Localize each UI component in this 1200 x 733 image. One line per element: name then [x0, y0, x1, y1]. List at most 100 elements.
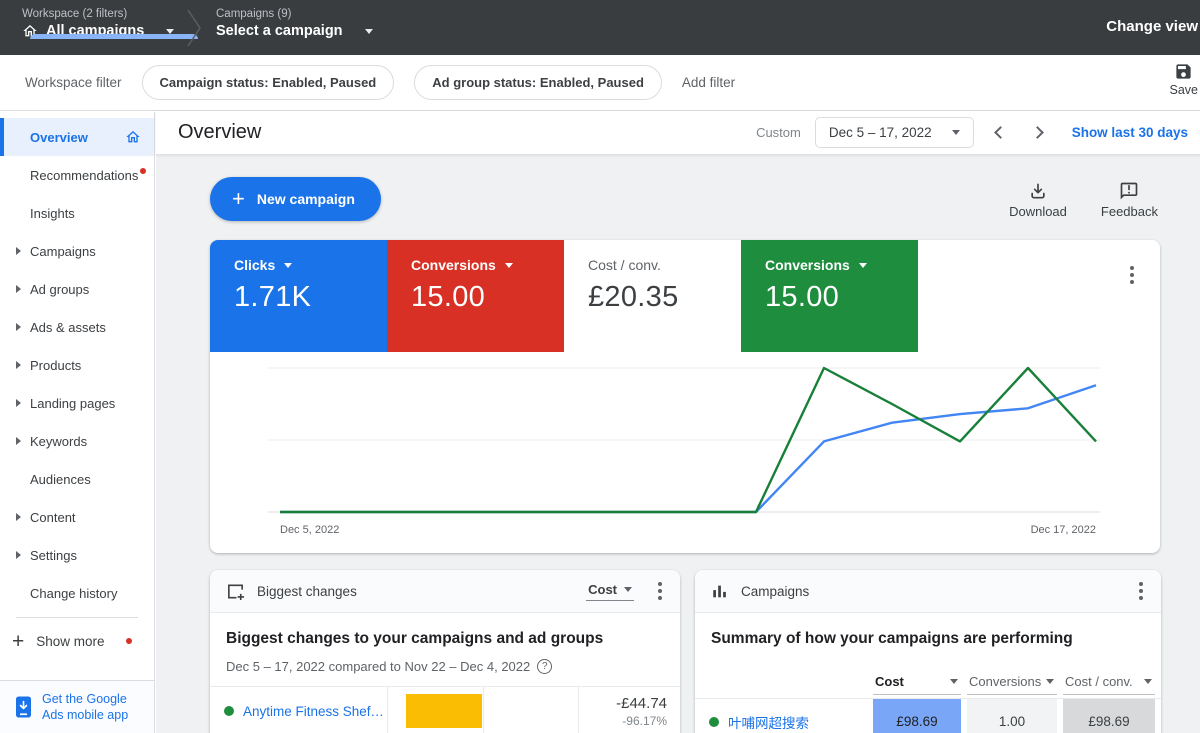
sidebar-item-audiences[interactable]: Audiences — [0, 460, 154, 498]
biggest-changes-icon — [228, 584, 245, 600]
next-period-button[interactable] — [1030, 126, 1044, 139]
metric-dropdown[interactable]: Cost — [586, 582, 634, 601]
scorecard[interactable]: Cost / conv. £20.35 — [564, 240, 741, 352]
overview-card: Clicks 1.71K Conversions 15.00 Cost / co… — [210, 240, 1160, 553]
sidebar-item-keywords[interactable]: Keywords — [0, 422, 154, 460]
change-view-button[interactable]: Change view — [1106, 18, 1198, 35]
date-range-picker[interactable]: Dec 5 – 17, 2022 — [814, 117, 974, 148]
show-more-button[interactable]: + Show more — [0, 622, 154, 660]
sidebar-item-insights[interactable]: Insights — [0, 194, 154, 232]
sidebar-item-overview[interactable]: Overview — [0, 118, 154, 156]
chevron-down-icon — [951, 130, 960, 135]
chevron-down-icon — [364, 28, 373, 34]
expand-arrow-icon — [16, 323, 21, 331]
column-header-conversions[interactable]: Conversions — [967, 674, 1057, 695]
sidebar-divider — [16, 617, 138, 618]
scorecard-metric-label: Conversions — [765, 257, 850, 273]
scorecard-value: 1.71K — [234, 281, 312, 313]
expand-arrow-icon — [16, 247, 21, 255]
scorecard[interactable]: Conversions 15.00 — [387, 240, 564, 352]
previous-period-button[interactable] — [993, 126, 1007, 139]
page-title: Overview — [178, 121, 262, 143]
campaign-value: Select a campaign — [216, 23, 343, 39]
sidebar-item-landing-pages[interactable]: Landing pages — [0, 384, 154, 422]
sidebar-item-campaigns[interactable]: Campaigns — [0, 232, 154, 270]
table-row: 叶哺网超搜索 £98.69 1.00 £98.69 — [695, 698, 1161, 733]
campaign-link[interactable]: 叶哺网超搜索 — [728, 712, 809, 732]
scorecard-value: 15.00 — [765, 281, 840, 313]
notification-dot — [140, 168, 147, 174]
card-menu-button[interactable] — [656, 580, 664, 602]
column-headers: Cost Conversions Cost / conv. — [711, 674, 1155, 695]
table-row: Anytime Fitness Sheffi… -£44.74 -96.17% — [210, 687, 680, 733]
status-dot — [224, 706, 234, 716]
change-value: -£44.74 — [616, 694, 667, 712]
chevron-down-icon — [950, 679, 958, 684]
sidebar-item-content[interactable]: Content — [0, 498, 154, 536]
save-icon — [1176, 64, 1191, 79]
show-last-30-days-link[interactable]: Show last 30 days — [1072, 125, 1188, 140]
filter-chip-campaign-status[interactable]: Campaign status: Enabled, Paused — [141, 65, 395, 100]
workspace-label: Workspace (2 filters) — [22, 8, 128, 20]
card-menu-button[interactable] — [1128, 264, 1136, 286]
notification-dot — [126, 638, 132, 644]
column-header-cost[interactable]: Cost — [873, 674, 961, 695]
sidebar-item-settings[interactable]: Settings — [0, 536, 154, 574]
download-button[interactable]: Download — [1009, 181, 1067, 219]
mobile-app-line2: Ads mobile app — [42, 708, 129, 722]
card-heading: Biggest changes to your campaigns and ad… — [226, 630, 604, 647]
chevron-down-icon — [858, 262, 867, 268]
new-campaign-button[interactable]: + New campaign — [210, 177, 381, 221]
add-filter-button[interactable]: Add filter — [682, 75, 735, 90]
column-header-cost-per-conv[interactable]: Cost / conv. — [1063, 674, 1155, 695]
date-range-value: Dec 5 – 17, 2022 — [828, 125, 932, 140]
breadcrumb-separator-icon — [187, 9, 201, 47]
mobile-app-link[interactable]: Get the Google Ads mobile app — [0, 680, 154, 733]
biggest-changes-table: Anytime Fitness Sheffi… -£44.74 -96.17% — [210, 686, 680, 733]
cost-cell: £98.69 — [873, 699, 961, 733]
scorecard[interactable]: Clicks 1.71K — [210, 240, 387, 352]
workspace-selector[interactable]: Workspace (2 filters) All campaigns — [22, 8, 198, 39]
sidebar-item-ads-assets[interactable]: Ads & assets — [0, 308, 154, 346]
cost-per-conv-cell: £98.69 — [1063, 699, 1155, 733]
feedback-icon — [1121, 182, 1138, 200]
expand-arrow-icon — [16, 361, 21, 369]
scorecard-metric-label: Conversions — [411, 257, 496, 273]
scorecards-row: Clicks 1.71K Conversions 15.00 Cost / co… — [210, 240, 1160, 352]
expand-arrow-icon — [16, 285, 21, 293]
chevron-down-icon — [166, 28, 175, 34]
mobile-app-line1: Get the Google — [42, 691, 127, 706]
filter-chip-adgroup-status[interactable]: Ad group status: Enabled, Paused — [414, 65, 662, 100]
chevron-down-icon — [284, 262, 293, 268]
campaign-link[interactable]: Anytime Fitness Sheffi… — [243, 704, 387, 719]
save-label: Save — [1169, 83, 1199, 97]
feedback-button[interactable]: Feedback — [1101, 181, 1158, 219]
active-tab-indicator — [30, 34, 198, 39]
top-navbar: Workspace (2 filters) All campaigns Camp… — [0, 0, 1200, 55]
bar-chart-icon — [713, 585, 726, 598]
filter-bar: Workspace filter Campaign status: Enable… — [0, 55, 1200, 111]
campaign-selector[interactable]: Campaigns (9) Select a campaign — [216, 8, 373, 39]
sidebar-item-products[interactable]: Products — [0, 346, 154, 384]
expand-arrow-icon — [16, 437, 21, 445]
plus-icon: + — [12, 629, 25, 653]
card-heading: Summary of how your campaigns are perfor… — [711, 630, 1073, 647]
chevron-down-icon — [624, 586, 632, 592]
scorecard-value: 15.00 — [411, 281, 486, 313]
scorecard[interactable]: Conversions 15.00 — [741, 240, 918, 352]
conversions-cell: 1.00 — [967, 699, 1057, 733]
sidebar-item-ad-groups[interactable]: Ad groups — [0, 270, 154, 308]
help-icon[interactable]: ? — [537, 659, 553, 674]
card-title: Campaigns — [741, 583, 810, 599]
card-title: Biggest changes — [257, 583, 357, 599]
sidebar-item-recommendations[interactable]: Recommendations — [0, 156, 154, 194]
change-percent: -96.17% — [622, 713, 667, 728]
mobile-phone-icon — [16, 696, 31, 718]
scorecard-metric-label: Cost / conv. — [588, 257, 661, 273]
save-button[interactable]: Save — [1169, 62, 1199, 97]
sidebar-item-change-history[interactable]: Change history — [0, 574, 154, 612]
page-header: Overview Custom Dec 5 – 17, 2022 Show la… — [156, 111, 1200, 155]
sidebar: Overview Recommendations Insights Campai… — [0, 112, 155, 733]
card-menu-button[interactable] — [1137, 580, 1145, 602]
campaigns-card: Campaigns Summary of how your campaigns … — [695, 570, 1161, 733]
